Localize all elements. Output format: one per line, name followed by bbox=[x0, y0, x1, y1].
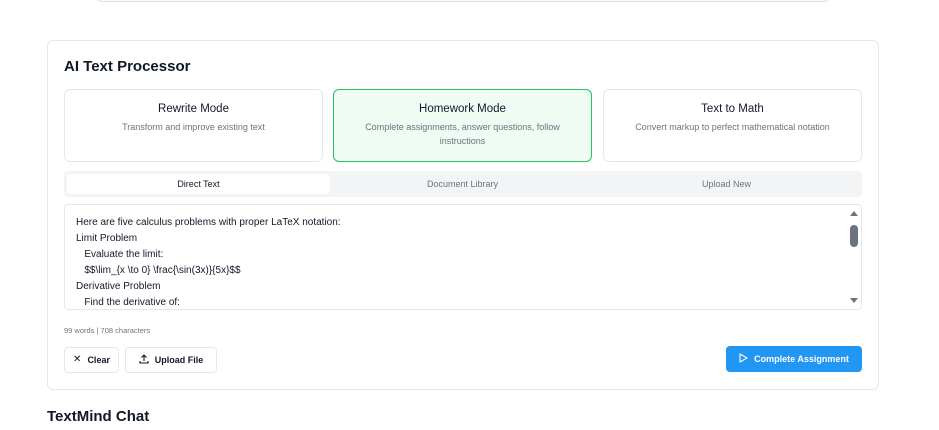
clear-button-label: Clear bbox=[87, 355, 110, 365]
text-input-area[interactable]: Here are five calculus problems with pro… bbox=[64, 204, 862, 310]
mode-rewrite[interactable]: Rewrite Mode Transform and improve exist… bbox=[64, 89, 323, 162]
complete-assignment-button[interactable]: Complete Assignment bbox=[726, 346, 862, 372]
play-icon bbox=[739, 352, 748, 366]
mode-homework[interactable]: Homework Mode Complete assignments, answ… bbox=[333, 89, 592, 162]
editor-line: Here are five calculus problems with pro… bbox=[76, 217, 341, 228]
tab-direct-text[interactable]: Direct Text bbox=[67, 174, 330, 194]
editor-line: Evaluate the limit: bbox=[76, 249, 164, 260]
mode-text-to-math[interactable]: Text to Math Convert markup to perfect m… bbox=[603, 89, 862, 162]
input-source-tabs: Direct Text Document Library Upload New bbox=[64, 171, 862, 197]
complete-assignment-label: Complete Assignment bbox=[754, 354, 849, 364]
card-title: AI Text Processor bbox=[64, 58, 191, 75]
clear-button[interactable]: ✕ Clear bbox=[64, 347, 119, 373]
editor-line: Derivative Problem bbox=[76, 281, 161, 292]
tab-document-library[interactable]: Document Library bbox=[331, 174, 594, 194]
mode-description: Convert markup to perfect mathematical n… bbox=[635, 122, 830, 132]
mode-title: Rewrite Mode bbox=[158, 103, 229, 115]
chat-section-title: TextMind Chat bbox=[47, 408, 150, 425]
upload-file-button[interactable]: Upload File bbox=[125, 347, 217, 373]
tab-upload-new[interactable]: Upload New bbox=[595, 174, 858, 194]
mode-selector: Rewrite Mode Transform and improve exist… bbox=[64, 89, 862, 162]
top-panel-edge bbox=[96, 0, 830, 2]
upload-file-button-label: Upload File bbox=[154, 355, 204, 365]
x-icon: ✕ bbox=[73, 354, 82, 365]
mode-description: Transform and improve existing text bbox=[122, 122, 265, 132]
mode-title: Homework Mode bbox=[419, 103, 506, 115]
editor-line: $$\lim_{x \to 0} \frac{\sin(3x)}{5x}$$ bbox=[76, 265, 241, 276]
editor-content: Here are five calculus problems with pro… bbox=[76, 215, 839, 309]
mode-title: Text to Math bbox=[701, 103, 764, 115]
upload-icon bbox=[139, 353, 149, 367]
editor-line: Limit Problem bbox=[76, 233, 138, 244]
editor-line: Find the derivative of: bbox=[76, 297, 180, 308]
ai-text-processor-card: AI Text Processor Rewrite Mode Transform… bbox=[47, 40, 879, 390]
scroll-down-arrow-icon[interactable] bbox=[850, 298, 858, 303]
mode-description: Complete assignments, answer questions, … bbox=[365, 122, 560, 146]
scroll-up-arrow-icon[interactable] bbox=[850, 211, 858, 216]
scrollbar-thumb[interactable] bbox=[850, 225, 858, 247]
word-character-count: 99 words | 708 characters bbox=[64, 326, 151, 335]
